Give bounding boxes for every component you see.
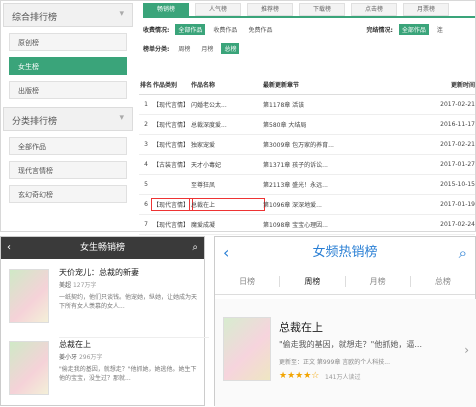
sidebar-item-original[interactable]: 原创榜 [9,33,127,51]
tab-daily[interactable]: 日榜 [215,276,281,287]
table-row-highlighted[interactable]: 6 【现代言情】 总裁在上 第1096章 深深地爱... 2017-01-19 [139,195,475,215]
table-row[interactable]: 7 【现代言情】 魔爱成凝 第1098章 宝宝心理因... 2017-02-24 [139,215,475,235]
sidebar-item-all[interactable]: 全部作品 [9,137,127,155]
sidebar-item-modern-romance[interactable]: 现代言情榜 [9,161,127,179]
ranking-main: 畅销榜 人气榜 推荐榜 下载榜 点击榜 月票榜 收费情况: 全部作品 收费作品 … [137,3,475,235]
filter-free[interactable]: 免费作品 [245,24,275,35]
book-author: 美超 [59,282,72,289]
cycle-filter: 榜单分类: 周榜 月榜 总榜 [137,41,475,56]
tab-total[interactable]: 总榜 [411,276,475,287]
tab-click[interactable]: 点击榜 [351,3,397,16]
rating-stars: ★★★★☆ [279,371,320,381]
filter-complete-all[interactable]: 全部作品 [398,24,429,35]
sidebar: 综合排行榜 ▾ 原创榜 女生榜 出版榜 分类排行榜 ▾ 全部作品 现代言情榜 玄幻奇… [3,3,133,231]
app-header: ‹ 女生畅销榜 ⌕ [1,237,204,259]
table-row[interactable]: 1 【现代言情】 闪婚老公太... 第1178章 活该 2017-02-21 [139,95,475,115]
book-title[interactable]: 天价宠儿：总裁的新妻 [59,267,139,278]
page-title: 女生畅销榜 [79,243,125,253]
sidebar-section-header[interactable]: 分类排行榜 ▾ [3,107,133,131]
book-cover[interactable] [9,269,49,323]
page-title: 女频热销榜 [312,245,378,260]
chevron-down-icon: ▾ [119,9,124,19]
tab-monthly-ticket[interactable]: 月票榜 [403,3,449,16]
book-description: "偷走我的基因，就想走？"他抓她，她逃他。她生下他的宝宝，没生过？那就... [59,366,197,382]
tab-monthly[interactable]: 月榜 [346,276,411,287]
filter-week[interactable]: 周榜 [175,43,193,54]
book-title[interactable]: 总裁在上 [59,339,91,350]
tab-download[interactable]: 下载榜 [299,3,345,16]
period-tabs: 日榜 周榜 月榜 总榜 [215,269,475,295]
rank-tabs: 畅销榜 人气榜 推荐榜 下载榜 点击榜 月票榜 [143,3,475,18]
list-item[interactable]: 总裁在上 姜小牙 296万字 "偷走我的基因，就想走？"他抓她，她逃他。她生下他… [9,337,199,407]
word-count: 296万字 [78,354,103,361]
book-author: 姜小牙 [59,354,78,361]
sidebar-item-fantasy[interactable]: 玄幻奇幻榜 [9,185,127,203]
search-icon[interactable]: ⌕ [459,237,467,269]
app-female-hot: ‹ 女频热销榜 ⌕ 日榜 周榜 月榜 总榜 总裁在上 "偷走我的基因，就想走？"… [214,236,476,407]
charge-filter: 收费情况: 全部作品 收费作品 免费作品 完结情况: 全部作品 连 [137,22,475,37]
highlight-box: 【现代言情】 [151,198,193,211]
app-female-bestseller: ‹ 女生畅销榜 ⌕ 天价宠儿：总裁的新妻 美超 127万字 一纸契约，他们只谈钱… [0,236,209,407]
word-count: 127万字 [72,282,97,289]
tab-popular[interactable]: 人气榜 [195,3,241,16]
list-item[interactable]: 天价宠儿：总裁的新妻 美超 127万字 一纸契约，他们只谈钱。他宠她，纵她，让她… [9,265,199,335]
list-item[interactable]: 总裁在上 "偷走我的基因，就想走？"他抓她，逼... 更新至：正文 第999章 … [215,299,476,407]
tab-bestseller[interactable]: 畅销榜 [143,3,189,16]
sidebar-item-publish[interactable]: 出版榜 [9,81,127,99]
book-description: "偷走我的基因，就想走？"他抓她，逼... [279,340,422,349]
table-row[interactable]: 5 至尊狂凤 第2113章 盛光！永远... 2015-10-15 [139,175,475,195]
app-header: ‹ 女频热销榜 ⌕ [215,237,475,269]
table-row[interactable]: 3 【现代言情】 独家宠爱 第3009章 包万家的养育... 2017-02-21 [139,135,475,155]
back-arrow-icon[interactable]: ‹ [223,237,229,269]
filter-serializing[interactable]: 连 [434,24,446,35]
web-ranking-panel: 综合排行榜 ▾ 原创榜 女生榜 出版榜 分类排行榜 ▾ 全部作品 现代言情榜 玄幻奇… [0,0,476,235]
chevron-down-icon: ▾ [119,113,124,123]
read-count: 141万人读过 [325,374,361,381]
filter-month[interactable]: 月榜 [198,43,216,54]
book-cover[interactable] [9,341,49,395]
book-title[interactable]: 总裁在上 [279,319,323,335]
sidebar-section-header[interactable]: 综合排行榜 ▾ [3,3,133,27]
filter-total[interactable]: 总榜 [221,43,240,54]
tab-weekly[interactable]: 周榜 [280,276,346,287]
book-description: 一纸契约，他们只谈钱。他宠她，纵她，让她成为天下所有女人羡慕的女人... [59,294,198,310]
sidebar-item-female[interactable]: 女生榜 [9,57,127,75]
back-arrow-icon[interactable]: ‹ [7,237,11,259]
table-header: 排名 作品类别 作品名称 最新更新章节 更新时间 [139,75,475,95]
chevron-right-icon[interactable]: › [464,343,469,357]
ranking-table: 排名 作品类别 作品名称 最新更新章节 更新时间 1 【现代言情】 闪婚老公太...… [139,75,475,235]
filter-paid[interactable]: 收费作品 [210,24,240,35]
tab-recommend[interactable]: 推荐榜 [247,3,293,16]
filter-all[interactable]: 全部作品 [175,24,206,35]
search-icon[interactable]: ⌕ [192,237,198,259]
table-row[interactable]: 4 【古装言情】 天才小毒妃 第1371章 孩子的诉讼... 2017-01-27 [139,155,475,175]
table-row[interactable]: 2 【现代言情】 总裁深度爱... 第580章 大结局 2016-11-17 [139,115,475,135]
book-cover[interactable] [223,317,271,381]
book-update-info: 更新至：正文 第999章 言欧的个人科技... [279,359,390,366]
